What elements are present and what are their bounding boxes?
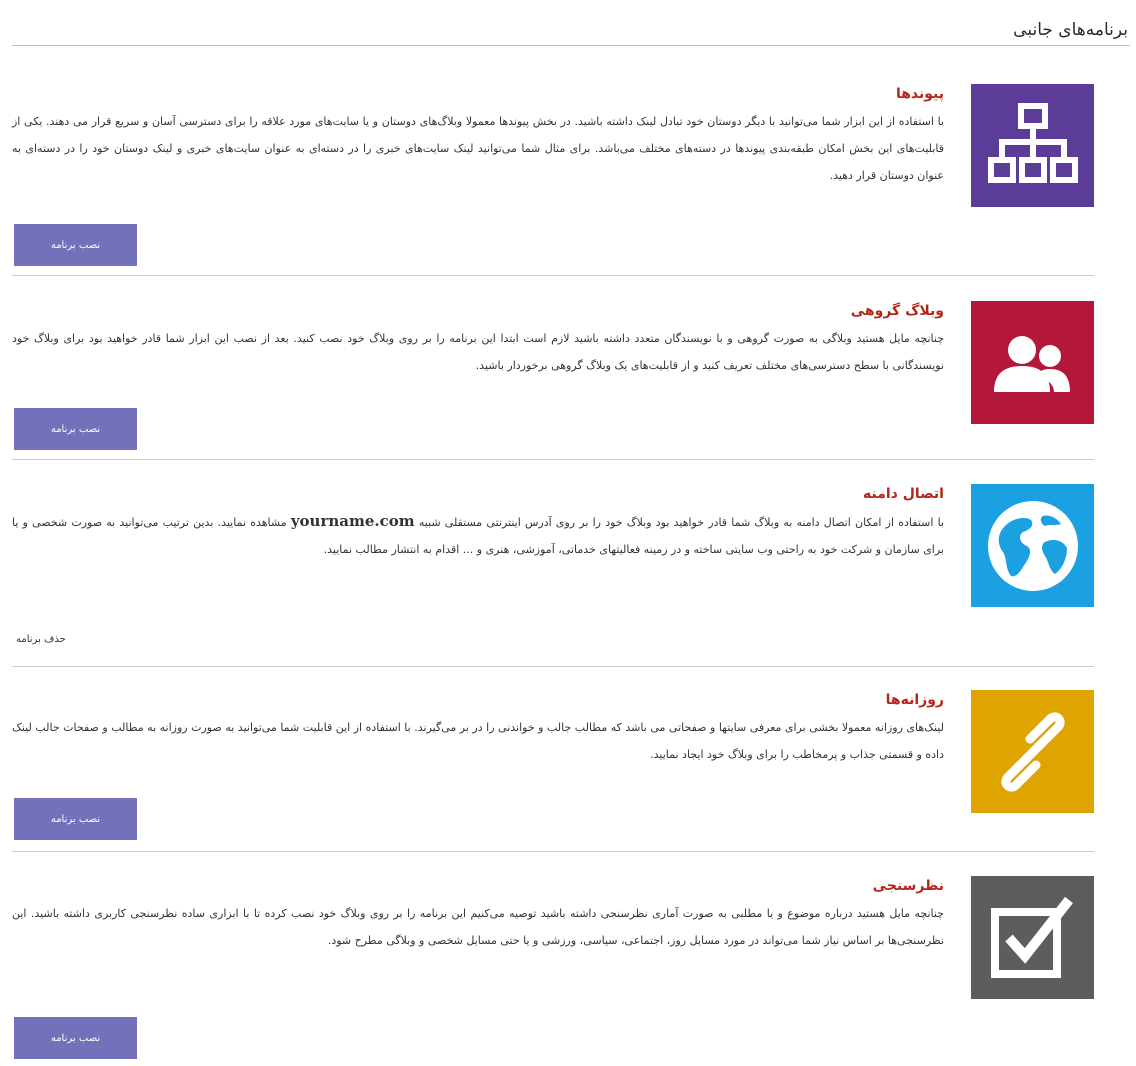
users-icon (993, 335, 1070, 392)
app-icon-tile (971, 690, 1094, 813)
link-icon (1000, 711, 1065, 792)
app-description: با استفاده از این ابزار شما می‌توانید با… (12, 115, 944, 182)
app-title: وبلاگ گروهی (850, 303, 944, 319)
title-divider (12, 45, 1130, 46)
app-content: نظرسنجی چنانچه مایل هستید درباره موضوع و… (12, 876, 944, 954)
app-item-links: پیوندها با استفاده از این ابزار شما می‌ت… (12, 84, 1094, 269)
app-description: با استفاده از امکان اتصال دامنه به وبلاگ… (12, 508, 944, 563)
app-content: پیوندها با استفاده از این ابزار شما می‌ت… (12, 84, 944, 189)
app-icon-tile (971, 84, 1094, 207)
sitemap-icon (987, 102, 1078, 183)
checkbox-icon (990, 896, 1073, 978)
install-app-button[interactable]: نصب برنامه (14, 408, 137, 450)
app-icon-tile (971, 484, 1094, 607)
install-app-button[interactable]: نصب برنامه (14, 224, 137, 266)
app-content: روزانه‌ها لینک‌های روزانه معمولا بخشی بر… (12, 690, 944, 768)
app-title: نظرسنجی (872, 878, 944, 894)
item-divider (12, 666, 1094, 667)
app-item-daily-links: روزانه‌ها لینک‌های روزانه معمولا بخشی بر… (12, 690, 1094, 842)
app-icon-tile (971, 301, 1094, 424)
app-description: لینک‌های روزانه معمولا بخشی برای معرفی س… (12, 721, 944, 761)
page-title: برنامه‌های جانبی (1013, 20, 1128, 40)
app-content: وبلاگ گروهی چنانچه مایل هستید وبلاگی به … (12, 301, 944, 379)
app-title: اتصال دامنه (863, 486, 944, 502)
item-divider (12, 459, 1094, 460)
item-divider (12, 275, 1094, 276)
app-item-group-blog: وبلاگ گروهی چنانچه مایل هستید وبلاگی به … (12, 301, 1094, 453)
applications-page: برنامه‌های جانبی پیوندها با استفاده از ا… (0, 0, 1136, 1066)
install-app-button[interactable]: نصب برنامه (14, 798, 137, 840)
description-part: با استفاده از امکان اتصال دامنه به وبلاگ… (418, 516, 944, 529)
app-description: چنانچه مایل هستید درباره موضوع و یا مطلب… (12, 907, 944, 947)
globe-icon (987, 500, 1078, 591)
app-title: روزانه‌ها (885, 692, 944, 708)
app-title: پیوندها (895, 86, 944, 102)
remove-app-link[interactable]: حذف برنامه (16, 634, 66, 645)
domain-example: yourname.com (290, 512, 415, 530)
item-divider (12, 851, 1094, 852)
app-item-poll: نظرسنجی چنانچه مایل هستید درباره موضوع و… (12, 876, 1094, 1060)
app-description: چنانچه مایل هستید وبلاگی به صورت گروهی و… (12, 332, 944, 372)
app-content: اتصال دامنه با استفاده از امکان اتصال دا… (12, 484, 944, 563)
app-icon-tile (971, 876, 1094, 999)
install-app-button[interactable]: نصب برنامه (14, 1017, 137, 1059)
app-item-domain: اتصال دامنه با استفاده از امکان اتصال دا… (12, 484, 1094, 660)
